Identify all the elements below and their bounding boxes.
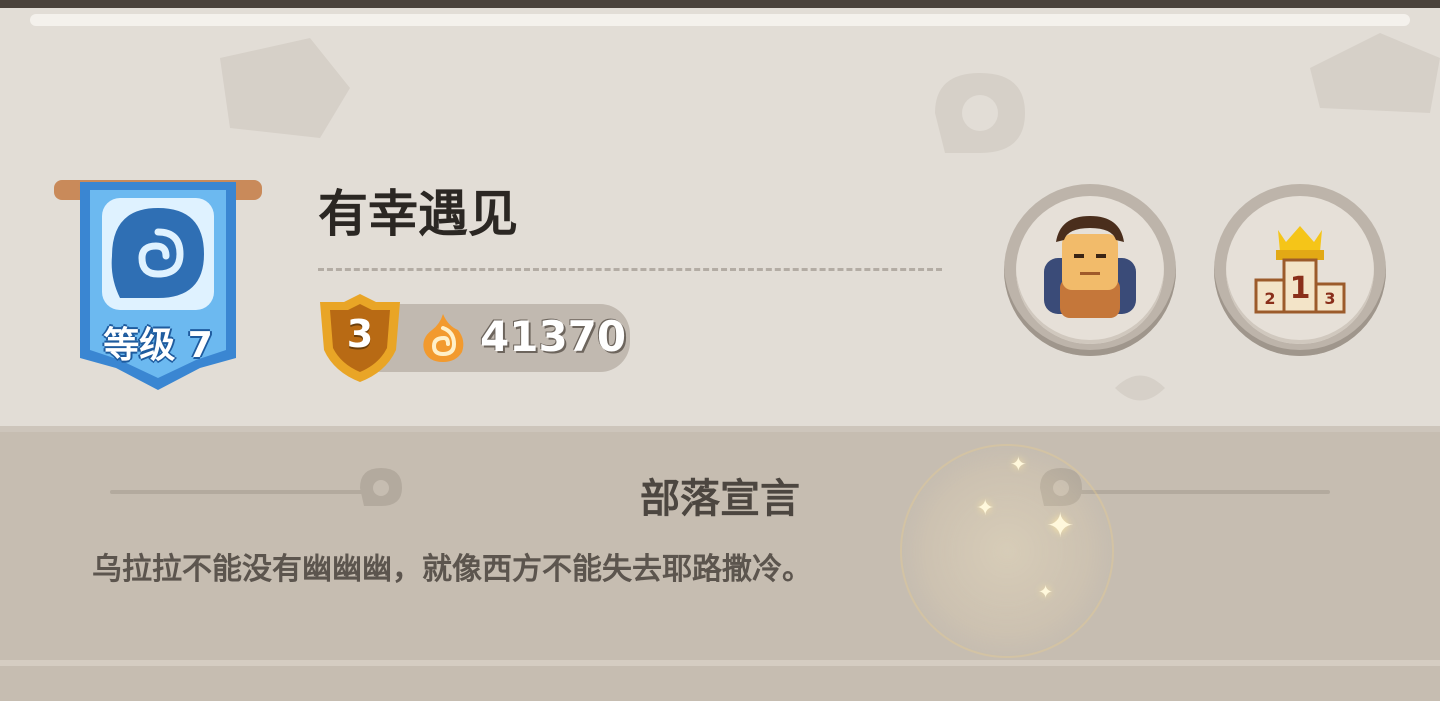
manifesto-text: 乌拉拉不能没有幽幽幽，就像西方不能失去耶路撒冷。: [92, 552, 812, 587]
sparkle-glow: [900, 444, 1114, 658]
decor-rock-icon: [220, 38, 350, 138]
panel-highlight: [30, 14, 1410, 26]
podium-third-label: 3: [1324, 289, 1335, 308]
tribe-name: 有幸遇见: [318, 185, 518, 243]
podium-ranking-icon: 1 2 3: [1254, 226, 1346, 314]
podium-first-label: 1: [1290, 271, 1311, 306]
title-swirl-icon: [360, 468, 402, 506]
manifesto-title-line-right: [1080, 490, 1330, 494]
tribe-level-emblem: 等级 7: [50, 168, 266, 393]
decor-swirl-icon: [935, 73, 1025, 153]
manifesto-title-line-left: [110, 490, 370, 494]
tribe-level-label: 等级 7: [103, 325, 213, 366]
sparkle-icon: ✦: [1046, 506, 1075, 546]
sparkle-icon: ✦: [1038, 582, 1054, 603]
panel-divider: [0, 660, 1440, 666]
tribe-members-button[interactable]: [1004, 184, 1176, 356]
podium-second-label: 2: [1264, 289, 1275, 308]
tribe-score: 41370: [480, 312, 627, 361]
flame-icon: [423, 314, 464, 362]
sparkle-icon: ✦: [976, 496, 995, 521]
rank-number: 3: [346, 312, 374, 356]
sparkle-icon: ✦: [1010, 452, 1027, 476]
decor-rock-icon: [1310, 33, 1440, 113]
ranking-button-face: 1 2 3: [1226, 196, 1374, 344]
members-button-face: [1016, 196, 1164, 344]
tribe-ranking-button[interactable]: 1 2 3: [1214, 184, 1386, 356]
tribe-member-icon: [1044, 216, 1136, 318]
manifesto-title: 部落宣言: [640, 476, 800, 522]
name-divider: [318, 268, 942, 271]
rank-badge: 3: [316, 292, 404, 384]
decor-drop-icon: [1115, 375, 1165, 401]
